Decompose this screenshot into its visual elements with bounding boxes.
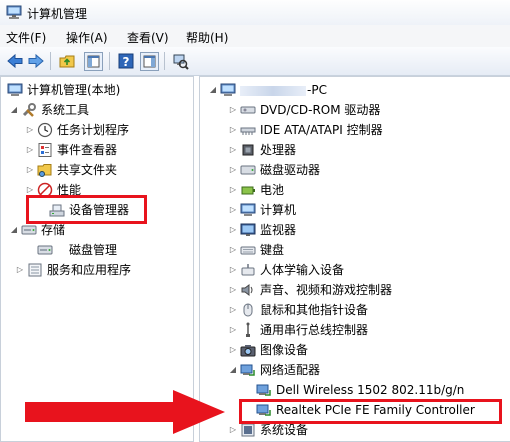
clock-icon: [37, 122, 53, 138]
dvd-drive-icon: [240, 102, 256, 118]
toolbar-separator: [164, 52, 165, 70]
expand-arrow-icon[interactable]: ▷: [228, 260, 238, 280]
event-viewer-icon: [37, 142, 53, 158]
toolbar-separator: [109, 52, 110, 70]
tree-label: 键盘: [260, 243, 285, 257]
scan-hardware-icon[interactable]: [171, 52, 189, 70]
expand-arrow-icon[interactable]: ▷: [228, 420, 238, 440]
menu-action[interactable]: 操作(A): [66, 29, 108, 46]
computer-name: -PC: [240, 80, 327, 100]
tree-label: Dell Wireless 1502 802.11b/g/n: [276, 383, 465, 397]
expand-arrow-icon[interactable]: ▷: [228, 320, 238, 340]
tree-label: 服务和应用程序: [47, 263, 132, 277]
tree-label: 电池: [260, 183, 285, 197]
disk-management-icon: [37, 242, 53, 258]
storage-icon: [21, 222, 37, 238]
tree-label: 处理器: [260, 143, 297, 157]
computer-icon: [220, 82, 236, 98]
tree-label: 磁盘管理: [69, 243, 118, 257]
redacted-name: [240, 85, 306, 96]
tree-label: 监视器: [260, 223, 297, 237]
tree-label: DVD/CD-ROM 驱动器: [260, 103, 381, 117]
toolbar: ?: [0, 47, 510, 76]
expand-arrow-icon[interactable]: ▷: [228, 200, 238, 220]
system-devices-icon: [240, 422, 256, 438]
keyboard-icon: [240, 242, 256, 258]
tree-label: 共享文件夹: [57, 163, 118, 177]
camera-icon: [240, 342, 256, 358]
expand-arrow-icon[interactable]: ▷: [15, 260, 25, 280]
expand-arrow-icon[interactable]: ▷: [228, 180, 238, 200]
expand-arrow-icon[interactable]: ▷: [228, 160, 238, 180]
shared-folder-icon: [37, 162, 53, 178]
expand-arrow-icon[interactable]: ▷: [25, 160, 35, 180]
up-folder-icon[interactable]: [58, 52, 76, 70]
red-arrow: [25, 390, 225, 434]
forward-arrow-icon[interactable]: [27, 52, 45, 70]
collapse-arrow-icon[interactable]: ◢: [228, 360, 238, 380]
device-manager-highlight-box: [26, 195, 147, 224]
svg-text:?: ?: [123, 55, 130, 69]
network-adapter-icon: [256, 382, 272, 398]
expand-arrow-icon[interactable]: ▷: [25, 140, 35, 160]
network-adapter-icon: [240, 362, 256, 378]
tree-label: 声音、视频和游戏控制器: [260, 283, 393, 297]
computer-management-icon: [6, 5, 22, 19]
tools-icon: [21, 102, 37, 118]
tree-label: 人体学输入设备: [260, 263, 345, 277]
expand-arrow-icon[interactable]: ▷: [228, 140, 238, 160]
sound-icon: [240, 282, 256, 298]
hid-icon: [240, 262, 256, 278]
tree-label: 鼠标和其他指针设备: [260, 303, 369, 317]
tree-label: 图像设备: [260, 343, 309, 357]
computer-management-icon: [7, 82, 23, 98]
tree-label: 网络适配器: [260, 363, 321, 377]
console-tree-pane[interactable]: 计算机管理(本地) ◢ 系统工具 ▷ 任务计划程序 ▷ 事件查看器 ▷ 共享文件…: [0, 76, 194, 442]
expand-arrow-icon[interactable]: ▷: [228, 220, 238, 240]
menu-bar: 文件(F) 操作(A) 查看(V) 帮助(H): [0, 25, 510, 47]
window-title: 计算机管理: [27, 7, 88, 21]
show-hide-console-tree-icon[interactable]: [84, 52, 103, 71]
tree-label: 磁盘驱动器: [260, 163, 321, 177]
processor-icon: [240, 142, 256, 158]
expand-arrow-icon[interactable]: ▷: [25, 120, 35, 140]
device-tree-pane[interactable]: ◢ -PC ▷ DVD/CD-ROM 驱动器 ▷ IDE ATA/ATAPI 控制器 ▷…: [199, 76, 510, 442]
tree-label: 任务计划程序: [57, 123, 130, 137]
tree-label: 系统工具: [41, 103, 90, 117]
expand-arrow-icon[interactable]: ▷: [228, 240, 238, 260]
show-hide-action-pane-icon[interactable]: [140, 52, 159, 71]
realtek-highlight-box: [239, 399, 502, 424]
tree-label: 计算机管理(本地): [27, 83, 121, 97]
tree-label: 计算机: [260, 203, 297, 217]
computer-name-suffix: -PC: [307, 83, 327, 97]
battery-icon: [240, 182, 256, 198]
mouse-icon: [240, 302, 256, 318]
expand-arrow-icon[interactable]: ▷: [228, 280, 238, 300]
services-icon: [27, 262, 43, 278]
collapse-arrow-icon[interactable]: ◢: [9, 100, 19, 120]
tree-label: IDE ATA/ATAPI 控制器: [260, 123, 383, 137]
usb-icon: [240, 322, 256, 338]
monitor-icon: [240, 222, 256, 238]
menu-help[interactable]: 帮助(H): [186, 29, 228, 46]
menu-view[interactable]: 查看(V): [127, 29, 169, 46]
back-arrow-icon[interactable]: [6, 52, 24, 70]
tree-label: 通用串行总线控制器: [260, 323, 369, 337]
help-icon[interactable]: ?: [117, 52, 135, 70]
disk-drive-icon: [240, 162, 256, 178]
toolbar-separator: [50, 52, 51, 70]
ide-controller-icon: [240, 122, 256, 138]
collapse-arrow-icon[interactable]: ◢: [9, 220, 19, 240]
menu-file[interactable]: 文件(F): [6, 29, 46, 46]
tree-label: 事件查看器: [57, 143, 118, 157]
title-bar: 计算机管理: [0, 0, 510, 25]
expand-arrow-icon[interactable]: ▷: [228, 340, 238, 360]
expand-arrow-icon[interactable]: ▷: [228, 120, 238, 140]
expand-arrow-icon[interactable]: ▷: [228, 300, 238, 320]
computer-icon: [240, 202, 256, 218]
collapse-arrow-icon[interactable]: ◢: [208, 80, 218, 100]
expand-arrow-icon[interactable]: ▷: [228, 100, 238, 120]
